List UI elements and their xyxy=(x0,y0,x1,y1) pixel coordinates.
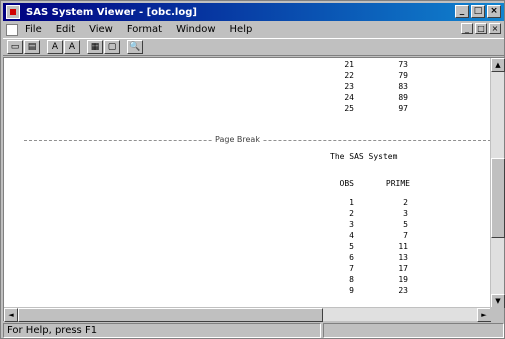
prime-cell: 97 xyxy=(398,104,408,113)
sas-viewer-window: SAS System Viewer - [obc.log] _ □ × File… xyxy=(0,0,505,339)
prime-cell: 11 xyxy=(398,242,408,251)
scroll-right-button[interactable]: ► xyxy=(477,308,491,322)
obs-cell: 21 xyxy=(344,60,354,69)
prime-cell: 13 xyxy=(398,253,408,262)
header-obs: OBS xyxy=(339,179,354,188)
open-icon[interactable]: ▭ xyxy=(7,40,23,54)
prime-cell: 19 xyxy=(398,275,408,284)
menu-file[interactable]: File xyxy=(18,24,49,35)
menu-bar: File Edit View Format Window Help _ □ × xyxy=(3,22,504,37)
scroll-down-button[interactable]: ▼ xyxy=(491,294,505,308)
obs-cell: 2 xyxy=(349,209,354,218)
obs-cell: 4 xyxy=(349,231,354,240)
output-viewer[interactable]: 21 73 22 79 23 83 24 89 25 97 Page Break The SAS … xyxy=(3,57,505,322)
app-icon[interactable] xyxy=(6,5,20,19)
doc-restore-button[interactable]: □ xyxy=(475,23,487,34)
minimize-button[interactable]: _ xyxy=(455,5,469,18)
vertical-scroll-thumb[interactable] xyxy=(491,158,505,238)
obs-cell: 24 xyxy=(344,93,354,102)
status-bar: For Help, press F1 xyxy=(3,323,504,338)
horizontal-scroll-thumb[interactable] xyxy=(18,308,323,322)
title-bar[interactable]: SAS System Viewer - [obc.log] _ □ × xyxy=(3,3,504,21)
scrollbar-corner xyxy=(490,307,504,321)
prime-cell: 89 xyxy=(398,93,408,102)
obs-cell: 23 xyxy=(344,82,354,91)
vertical-scrollbar[interactable]: ▲ ▼ xyxy=(490,58,505,308)
maximize-button[interactable]: □ xyxy=(471,5,485,18)
font-b-icon[interactable]: A xyxy=(64,40,80,54)
find-icon[interactable]: 🔍 xyxy=(127,40,143,54)
obs-cell: 9 xyxy=(349,286,354,295)
toolbar: ▭ ▤ A A ▦ ▢ 🔍 xyxy=(3,38,504,56)
document-icon[interactable] xyxy=(6,23,18,36)
scroll-left-button[interactable]: ◄ xyxy=(4,308,18,322)
obs-cell: 7 xyxy=(349,264,354,273)
system-title: The SAS System xyxy=(330,152,398,161)
prime-cell: 3 xyxy=(403,209,408,218)
copy-icon[interactable]: ▢ xyxy=(104,40,120,54)
header-prime: PRIME xyxy=(385,179,410,188)
prime-cell: 7 xyxy=(403,231,408,240)
scroll-up-button[interactable]: ▲ xyxy=(491,58,505,72)
obs-cell: 5 xyxy=(349,242,354,251)
prime-cell: 79 xyxy=(398,71,408,80)
prime-cell: 83 xyxy=(398,82,408,91)
grid-icon[interactable]: ▦ xyxy=(87,40,103,54)
prime-cell: 23 xyxy=(398,286,408,295)
horizontal-scrollbar[interactable]: ◄ ► xyxy=(4,307,491,322)
output-text: 21 73 22 79 23 83 24 89 25 97 Page Break The SAS … xyxy=(4,58,491,308)
prime-cell: 2 xyxy=(403,198,408,207)
title-buttons: _ □ × xyxy=(455,5,501,18)
document-buttons: _ □ × xyxy=(461,23,501,34)
menu-format[interactable]: Format xyxy=(120,24,169,35)
close-button[interactable]: × xyxy=(487,5,501,18)
prime-cell: 73 xyxy=(398,60,408,69)
status-text: For Help, press F1 xyxy=(3,323,321,338)
prime-cell: 5 xyxy=(403,220,408,229)
menu-window[interactable]: Window xyxy=(169,24,222,35)
menu-view[interactable]: View xyxy=(82,24,120,35)
prime-cell: 17 xyxy=(398,264,408,273)
window-title: SAS System Viewer - [obc.log] xyxy=(26,6,197,18)
obs-cell: 6 xyxy=(349,253,354,262)
obs-cell: 3 xyxy=(349,220,354,229)
obs-cell: 22 xyxy=(344,71,354,80)
menu-edit[interactable]: Edit xyxy=(49,24,82,35)
doc-minimize-button[interactable]: _ xyxy=(461,23,473,34)
doc-close-button[interactable]: × xyxy=(489,23,501,34)
page-break-label: Page Break xyxy=(212,135,263,144)
obs-cell: 1 xyxy=(349,198,354,207)
obs-cell: 8 xyxy=(349,275,354,284)
font-a-icon[interactable]: A xyxy=(47,40,63,54)
status-panel xyxy=(323,323,504,338)
menu-help[interactable]: Help xyxy=(223,24,260,35)
save-icon[interactable]: ▤ xyxy=(24,40,40,54)
obs-cell: 25 xyxy=(344,104,354,113)
